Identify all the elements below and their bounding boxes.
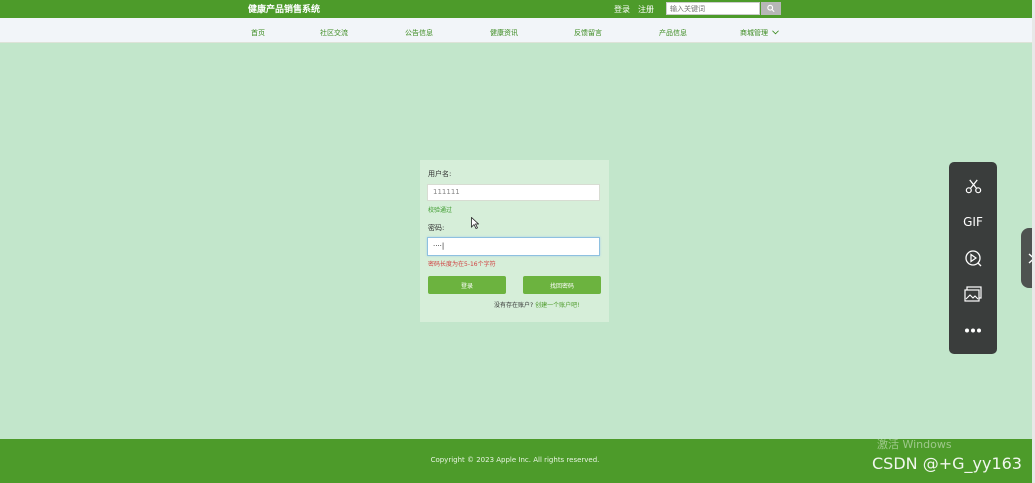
no-account-text: 没有存在账户? [494,302,534,309]
nav-item-feedback[interactable]: 反馈留言 [574,28,602,38]
password-label: 密码: [428,224,445,232]
record-icon [965,250,982,267]
search-input[interactable] [666,2,760,15]
csdn-watermark: CSDN @+G_yy163 [872,454,1022,473]
screenshot-toolbar: GIF [949,162,997,354]
top-bar: 健康产品销售系统 登录 注册 [0,0,1035,18]
nav-item-health-news[interactable]: 健康资讯 [490,28,518,38]
scissors-button[interactable] [949,172,997,200]
nav-item-community[interactable]: 社区交流 [320,28,348,38]
image-button[interactable] [949,280,997,308]
create-account-link[interactable]: 创建一个账户吧! [535,302,579,309]
site-title: 健康产品销售系统 [248,5,321,15]
scissors-icon [965,179,981,193]
password-error-message: 密码长度为在5-16个字符 [428,261,496,268]
username-label: 用户名: [428,170,452,178]
record-button[interactable] [949,244,997,272]
login-card: 用户名: 111111 校验通过 密码: ····| 密码长度为在5-16个字符… [420,160,609,322]
login-link[interactable]: 登录 [614,4,630,15]
more-icon [965,328,981,332]
username-field[interactable]: 111111 [427,184,600,201]
nav-item-mall-admin[interactable]: 商城管理 [740,28,780,38]
gif-icon: GIF [963,215,983,229]
search-button[interactable] [761,2,781,15]
nav-bar: 首页 社区交流 公告信息 健康资讯 反馈留言 产品信息 商城管理 [0,18,1035,43]
register-prompt: 没有存在账户? 创建一个账户吧! [494,300,580,309]
mouse-cursor-icon [471,217,479,229]
image-icon [964,286,982,302]
login-button[interactable]: 登录 [428,276,506,294]
chevron-down-icon [772,30,780,35]
nav-item-products[interactable]: 产品信息 [659,28,687,38]
gif-button[interactable]: GIF [949,208,997,236]
nav-item-home[interactable]: 首页 [251,28,265,38]
username-validation-message: 校验通过 [428,207,453,214]
forgot-password-button[interactable]: 找回密码 [523,276,601,294]
search-icon [767,4,775,13]
windows-activation-watermark: 激活 Windows [877,438,952,451]
nav-item-announcements[interactable]: 公告信息 [405,28,433,38]
more-button[interactable] [949,316,997,344]
register-link[interactable]: 注册 [638,4,654,15]
nav-item-mall-admin-label: 商城管理 [740,29,768,37]
password-field[interactable]: ····| [427,237,600,256]
